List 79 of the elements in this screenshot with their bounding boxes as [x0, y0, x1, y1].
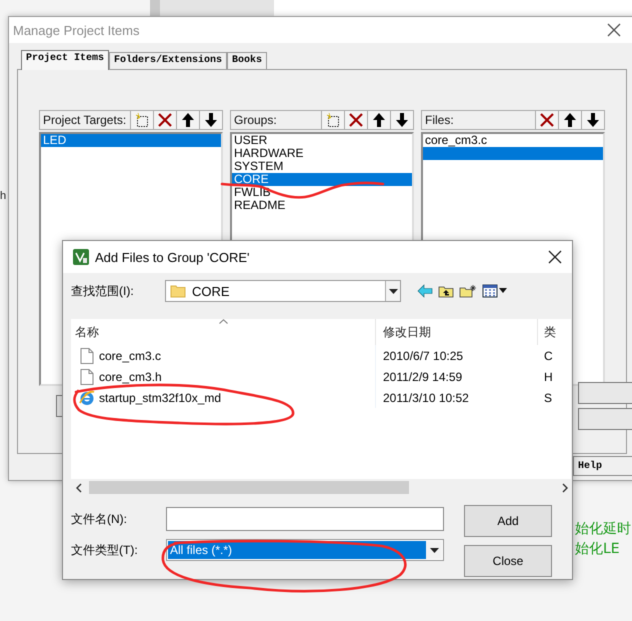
file-name-field[interactable] — [166, 507, 444, 531]
dialog-button[interactable] — [578, 408, 632, 430]
column-header[interactable]: 类 — [538, 319, 571, 345]
new-item-icon — [134, 112, 150, 128]
window-title: Add Files to Group 'CORE' — [95, 250, 250, 264]
file-type: S — [543, 390, 554, 406]
sort-caret-icon — [219, 319, 228, 324]
column-header[interactable]: 修改日期 — [376, 319, 538, 345]
tab[interactable]: Folders/Extensions — [109, 52, 228, 69]
tab[interactable]: Books — [227, 52, 268, 69]
file-type: C — [543, 348, 554, 364]
delete-icon — [157, 112, 173, 128]
back-arrow-icon[interactable] — [417, 284, 433, 298]
folder-icon — [170, 284, 186, 298]
file-name[interactable]: core_cm3.h — [99, 370, 162, 384]
toolbar-button[interactable] — [367, 111, 390, 129]
toolbar-button[interactable] — [130, 111, 153, 129]
file-date: 2010/6/7 10:25 — [382, 348, 464, 364]
new-item-icon — [325, 112, 341, 128]
scrollbar-thumb[interactable] — [89, 481, 409, 494]
list-item[interactable]: HARDWARE — [232, 147, 412, 160]
file-type: H — [543, 368, 554, 386]
up-arrow-icon — [562, 112, 578, 128]
list-item[interactable]: LED — [41, 134, 221, 147]
down-arrow-icon — [203, 112, 219, 128]
toolbar-button[interactable] — [344, 111, 367, 129]
list-item[interactable]: README — [232, 199, 412, 212]
field-label: 文件名(N): — [71, 510, 128, 528]
panel-label: Files: — [425, 113, 454, 127]
column-header[interactable]: 名称 — [71, 319, 376, 345]
file-date: 2011/3/10 10:52 — [382, 390, 470, 406]
toolbar-button[interactable] — [321, 111, 344, 129]
file-date: 2011/2/9 14:59 — [382, 368, 464, 386]
panel-label: Groups: — [234, 113, 277, 127]
list-item[interactable]: core_cm3.c — [423, 134, 603, 147]
down-arrow-icon — [585, 112, 601, 128]
view-menu-icon[interactable] — [482, 284, 508, 298]
up-arrow-icon — [180, 112, 196, 128]
delete-icon — [348, 112, 364, 128]
window-title: Manage Project Items — [13, 22, 140, 38]
toolbar-button[interactable] — [199, 111, 222, 129]
dropdown-arrow-icon — [430, 548, 438, 552]
code-fragment: h — [0, 190, 6, 202]
scroll-right-icon[interactable] — [561, 482, 569, 492]
list-item[interactable]: CORE — [232, 173, 412, 186]
toolbar-button[interactable] — [581, 111, 604, 129]
list-item[interactable]: SYSTEM — [232, 160, 412, 173]
close-icon[interactable] — [607, 23, 621, 37]
toolbar-button[interactable] — [176, 111, 199, 129]
scroll-left-icon[interactable] — [75, 482, 83, 492]
up-arrow-icon — [371, 112, 387, 128]
code-line: 始化LE — [575, 541, 621, 557]
field-label: 文件类型(T): — [71, 542, 139, 558]
down-arrow-icon — [394, 112, 410, 128]
code-line: 始化延时 — [575, 521, 631, 537]
list-item[interactable]: USER — [232, 134, 412, 147]
toolbar-button[interactable] — [390, 111, 413, 129]
look-in-dropdown[interactable]: CORE — [165, 280, 401, 302]
dropdown-arrow-icon — [388, 288, 398, 294]
file-name[interactable]: core_cm3.c — [99, 348, 162, 362]
toolbar-button[interactable] — [535, 111, 558, 129]
document-icon — [79, 368, 95, 384]
toolbar-button[interactable] — [153, 111, 176, 129]
new-folder-icon[interactable] — [459, 284, 477, 298]
document-icon — [79, 348, 95, 364]
tab[interactable]: Project Items — [21, 50, 110, 70]
up-folder-icon[interactable] — [438, 284, 454, 298]
close-icon[interactable] — [548, 250, 562, 264]
dialog-button[interactable]: Add — [464, 505, 552, 537]
file-name[interactable]: startup_stm32f10x_md — [99, 390, 222, 404]
app-icon — [73, 249, 89, 265]
field-label: 查找范围(I): — [71, 282, 135, 300]
help-button[interactable]: Help — [573, 456, 632, 476]
delete-icon — [539, 112, 555, 128]
toolbar-button[interactable] — [558, 111, 581, 129]
dialog-button[interactable] — [578, 382, 632, 404]
panel-label: Project Targets: — [43, 113, 126, 127]
dialog-button[interactable]: Close — [464, 545, 552, 577]
globe-file-icon — [79, 390, 95, 406]
